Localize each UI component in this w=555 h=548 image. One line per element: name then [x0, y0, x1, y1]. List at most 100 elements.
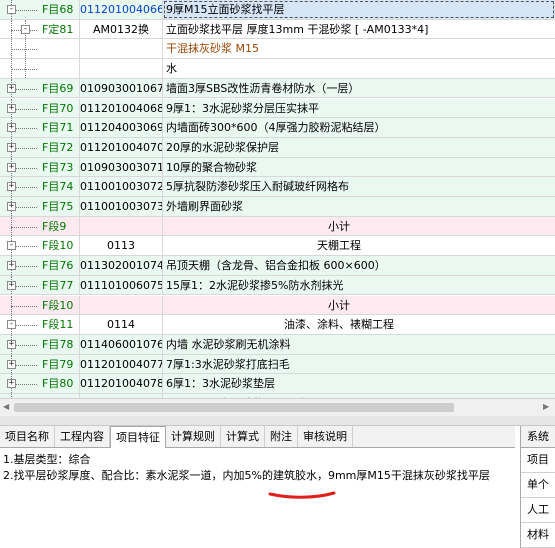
row-type-cell[interactable]: F目68 — [40, 0, 80, 19]
collapse-icon[interactable]: - — [7, 241, 16, 251]
horizontal-scrollbar[interactable]: ◀ ▶ — [0, 398, 555, 416]
row-name-cell[interactable]: 水 — [163, 59, 555, 78]
expand-icon[interactable]: + — [7, 359, 16, 369]
table-row[interactable]: + F目80 011201004078 6厚1：3水泥砂浆垫层 — [0, 374, 555, 394]
row-type-cell[interactable]: F目79 — [40, 354, 80, 374]
panel-splitter[interactable] — [0, 416, 555, 426]
row-type-cell[interactable]: F目71 — [40, 118, 80, 137]
tab-3[interactable]: 项目特征 — [110, 426, 166, 449]
row-name-cell[interactable]: 外墙刷界面砂浆 — [163, 197, 555, 216]
scroll-right-icon[interactable]: ▶ — [543, 402, 549, 411]
row-name-cell[interactable]: 20厚的水泥砂浆保护层 — [163, 138, 555, 157]
row-name-cell[interactable]: 6厚1：3水泥砂浆垫层 — [163, 374, 555, 393]
row-code-cell[interactable] — [80, 216, 163, 236]
row-name-cell[interactable]: 9厚1：3水泥砂浆分层压实抹平 — [163, 99, 555, 118]
row-type-cell[interactable]: F目77 — [40, 275, 80, 295]
row-type-cell[interactable]: F段9 — [40, 216, 80, 236]
row-type-cell[interactable]: F目69 — [40, 78, 80, 98]
row-code-cell[interactable]: 011201004068 — [80, 98, 163, 118]
row-code-cell[interactable]: 0114 — [80, 315, 163, 334]
expand-icon[interactable]: + — [7, 379, 16, 389]
row-code-cell[interactable]: 011302001074 — [80, 256, 163, 275]
row-name-cell[interactable]: 小计 — [163, 296, 555, 315]
expand-icon[interactable]: + — [7, 280, 16, 290]
row-name-cell[interactable]: 墙面3厚SBS改性沥青卷材防水（一层） — [163, 79, 555, 98]
row-code-cell[interactable] — [80, 295, 163, 315]
row-name-cell[interactable]: 5厚抗裂防渗砂浆压入耐碱玻纤网格布 — [163, 177, 555, 196]
row-code-cell[interactable]: 011406001076 — [80, 334, 163, 354]
row-code-cell[interactable]: 011001003073 — [80, 197, 163, 216]
row-code-cell[interactable]: 011001003072 — [80, 177, 163, 196]
expand-icon[interactable]: + — [7, 103, 16, 113]
row-code-cell[interactable]: 011204003069 — [80, 118, 163, 137]
item-feature-panel[interactable]: 1.基层类型：综合 2.找平层砂浆厚度、配合比：素水泥浆一道，内加5%的建筑胶水… — [0, 448, 515, 548]
table-row[interactable]: F段10 小计 — [0, 295, 555, 316]
tab-4[interactable]: 计算规则 — [166, 426, 221, 447]
table-row[interactable]: + F目70 011201004068 9厚1：3水泥砂浆分层压实抹平 — [0, 98, 555, 119]
tab-1[interactable]: 项目名称 — [0, 426, 55, 447]
table-row[interactable]: + F目74 011001003072 5厚抗裂防渗砂浆压入耐碱玻纤网格布 — [0, 177, 555, 197]
row-type-cell[interactable]: F目75 — [40, 197, 80, 216]
row-name-cell[interactable]: 立面砂浆找平层 厚度13mm 干混砂浆 [ -AM0133*4] — [163, 20, 555, 39]
row-type-cell[interactable]: F目73 — [40, 157, 80, 177]
tab-6[interactable]: 附注 — [265, 426, 298, 447]
table-row[interactable]: + F目72 011201004070 20厚的水泥砂浆保护层 — [0, 137, 555, 158]
row-type-cell[interactable]: F定81 — [40, 19, 80, 39]
collapse-icon[interactable]: - — [7, 5, 16, 14]
row-type-cell[interactable]: F目72 — [40, 137, 80, 157]
right-panel-row[interactable]: 材料 — [521, 523, 555, 548]
row-name-cell[interactable]: 9厚M15立面砂浆找平层 — [163, 0, 555, 19]
row-name-cell[interactable]: 油漆、涂料、裱糊工程 — [163, 315, 555, 334]
row-type-cell[interactable] — [40, 39, 80, 59]
expand-icon[interactable]: + — [7, 83, 16, 93]
row-code-cell[interactable]: 011101006075 — [80, 275, 163, 295]
row-code-cell[interactable]: 010903003071 — [80, 157, 163, 177]
expand-icon[interactable]: + — [7, 261, 16, 271]
row-type-cell[interactable]: F目74 — [40, 177, 80, 196]
row-type-cell[interactable] — [40, 59, 80, 78]
table-row[interactable]: + F目79 011201004077 7厚1:3水泥砂浆打底扫毛 — [0, 354, 555, 375]
row-name-cell[interactable]: 内墙 水泥砂浆刷无机涂料 — [163, 335, 555, 354]
row-name-cell[interactable]: 15厚1：2水泥砂浆掺5%防水剂抹光 — [163, 276, 555, 295]
table-row[interactable]: 水 — [0, 59, 555, 79]
row-code-cell[interactable]: 011201004077 — [80, 354, 163, 374]
row-type-cell[interactable]: F段10 — [40, 295, 80, 315]
row-type-cell[interactable]: F目70 — [40, 98, 80, 118]
row-code-cell[interactable]: 0113 — [80, 236, 163, 256]
right-panel-row[interactable]: 项目 — [521, 448, 555, 473]
table-row[interactable]: - F段11 0114 油漆、涂料、裱糊工程 — [0, 315, 555, 335]
table-row[interactable]: - F段10 0113 天棚工程 — [0, 236, 555, 257]
row-type-cell[interactable]: F段10 — [40, 236, 80, 256]
table-row[interactable]: + F目77 011101006075 15厚1：2水泥砂浆掺5%防水剂抹光 — [0, 275, 555, 296]
table-row[interactable]: - F定81 AM0132换 立面砂浆找平层 厚度13mm 干混砂浆 [ -AM013… — [0, 19, 555, 40]
table-row[interactable]: + F目69 010903001067 墙面3厚SBS改性沥青卷材防水（一层） — [0, 78, 555, 99]
row-name-cell[interactable]: 内墙面砖300*600（4厚强力胶粉泥粘结层） — [163, 118, 555, 137]
row-type-cell[interactable]: F目76 — [40, 256, 80, 275]
expand-icon[interactable]: + — [7, 123, 16, 133]
tab-7[interactable]: 审核说明 — [298, 426, 353, 447]
row-code-cell[interactable]: AM0132换 — [80, 19, 163, 39]
row-name-cell[interactable]: 10厚的聚合物砂浆 — [163, 158, 555, 177]
row-code-cell[interactable]: 011201004070 — [80, 137, 163, 157]
table-row[interactable]: F段9 小计 — [0, 216, 555, 237]
row-type-cell[interactable]: F目78 — [40, 334, 80, 354]
table-row[interactable]: + F目73 010903003071 10厚的聚合物砂浆 — [0, 157, 555, 178]
scrollbar-thumb[interactable] — [14, 403, 454, 412]
table-row[interactable]: 干混抹灰砂浆 M15 — [0, 39, 555, 60]
row-type-cell[interactable]: F段11 — [40, 315, 80, 334]
row-name-cell[interactable]: 7厚1:3水泥砂浆打底扫毛 — [163, 355, 555, 374]
row-code-cell[interactable] — [80, 39, 163, 59]
collapse-icon[interactable]: - — [21, 24, 30, 34]
tab-2[interactable]: 工程内容 — [55, 426, 110, 447]
row-type-cell[interactable]: F目80 — [40, 374, 80, 393]
right-panel-row[interactable]: 人工 — [521, 498, 555, 523]
row-name-cell[interactable]: 吊顶天棚（含龙骨、铝合金扣板 600×600） — [163, 256, 555, 275]
expand-icon[interactable]: + — [7, 162, 16, 172]
row-name-cell[interactable]: 天棚工程 — [163, 236, 555, 255]
expand-icon[interactable]: + — [7, 182, 16, 192]
tab-5[interactable]: 计算式 — [221, 426, 265, 447]
row-name-cell[interactable]: 干混抹灰砂浆 M15 — [163, 39, 555, 58]
expand-icon[interactable]: + — [7, 339, 16, 349]
expand-icon[interactable]: + — [7, 202, 16, 211]
row-code-cell[interactable]: 011201004066 — [80, 0, 163, 19]
